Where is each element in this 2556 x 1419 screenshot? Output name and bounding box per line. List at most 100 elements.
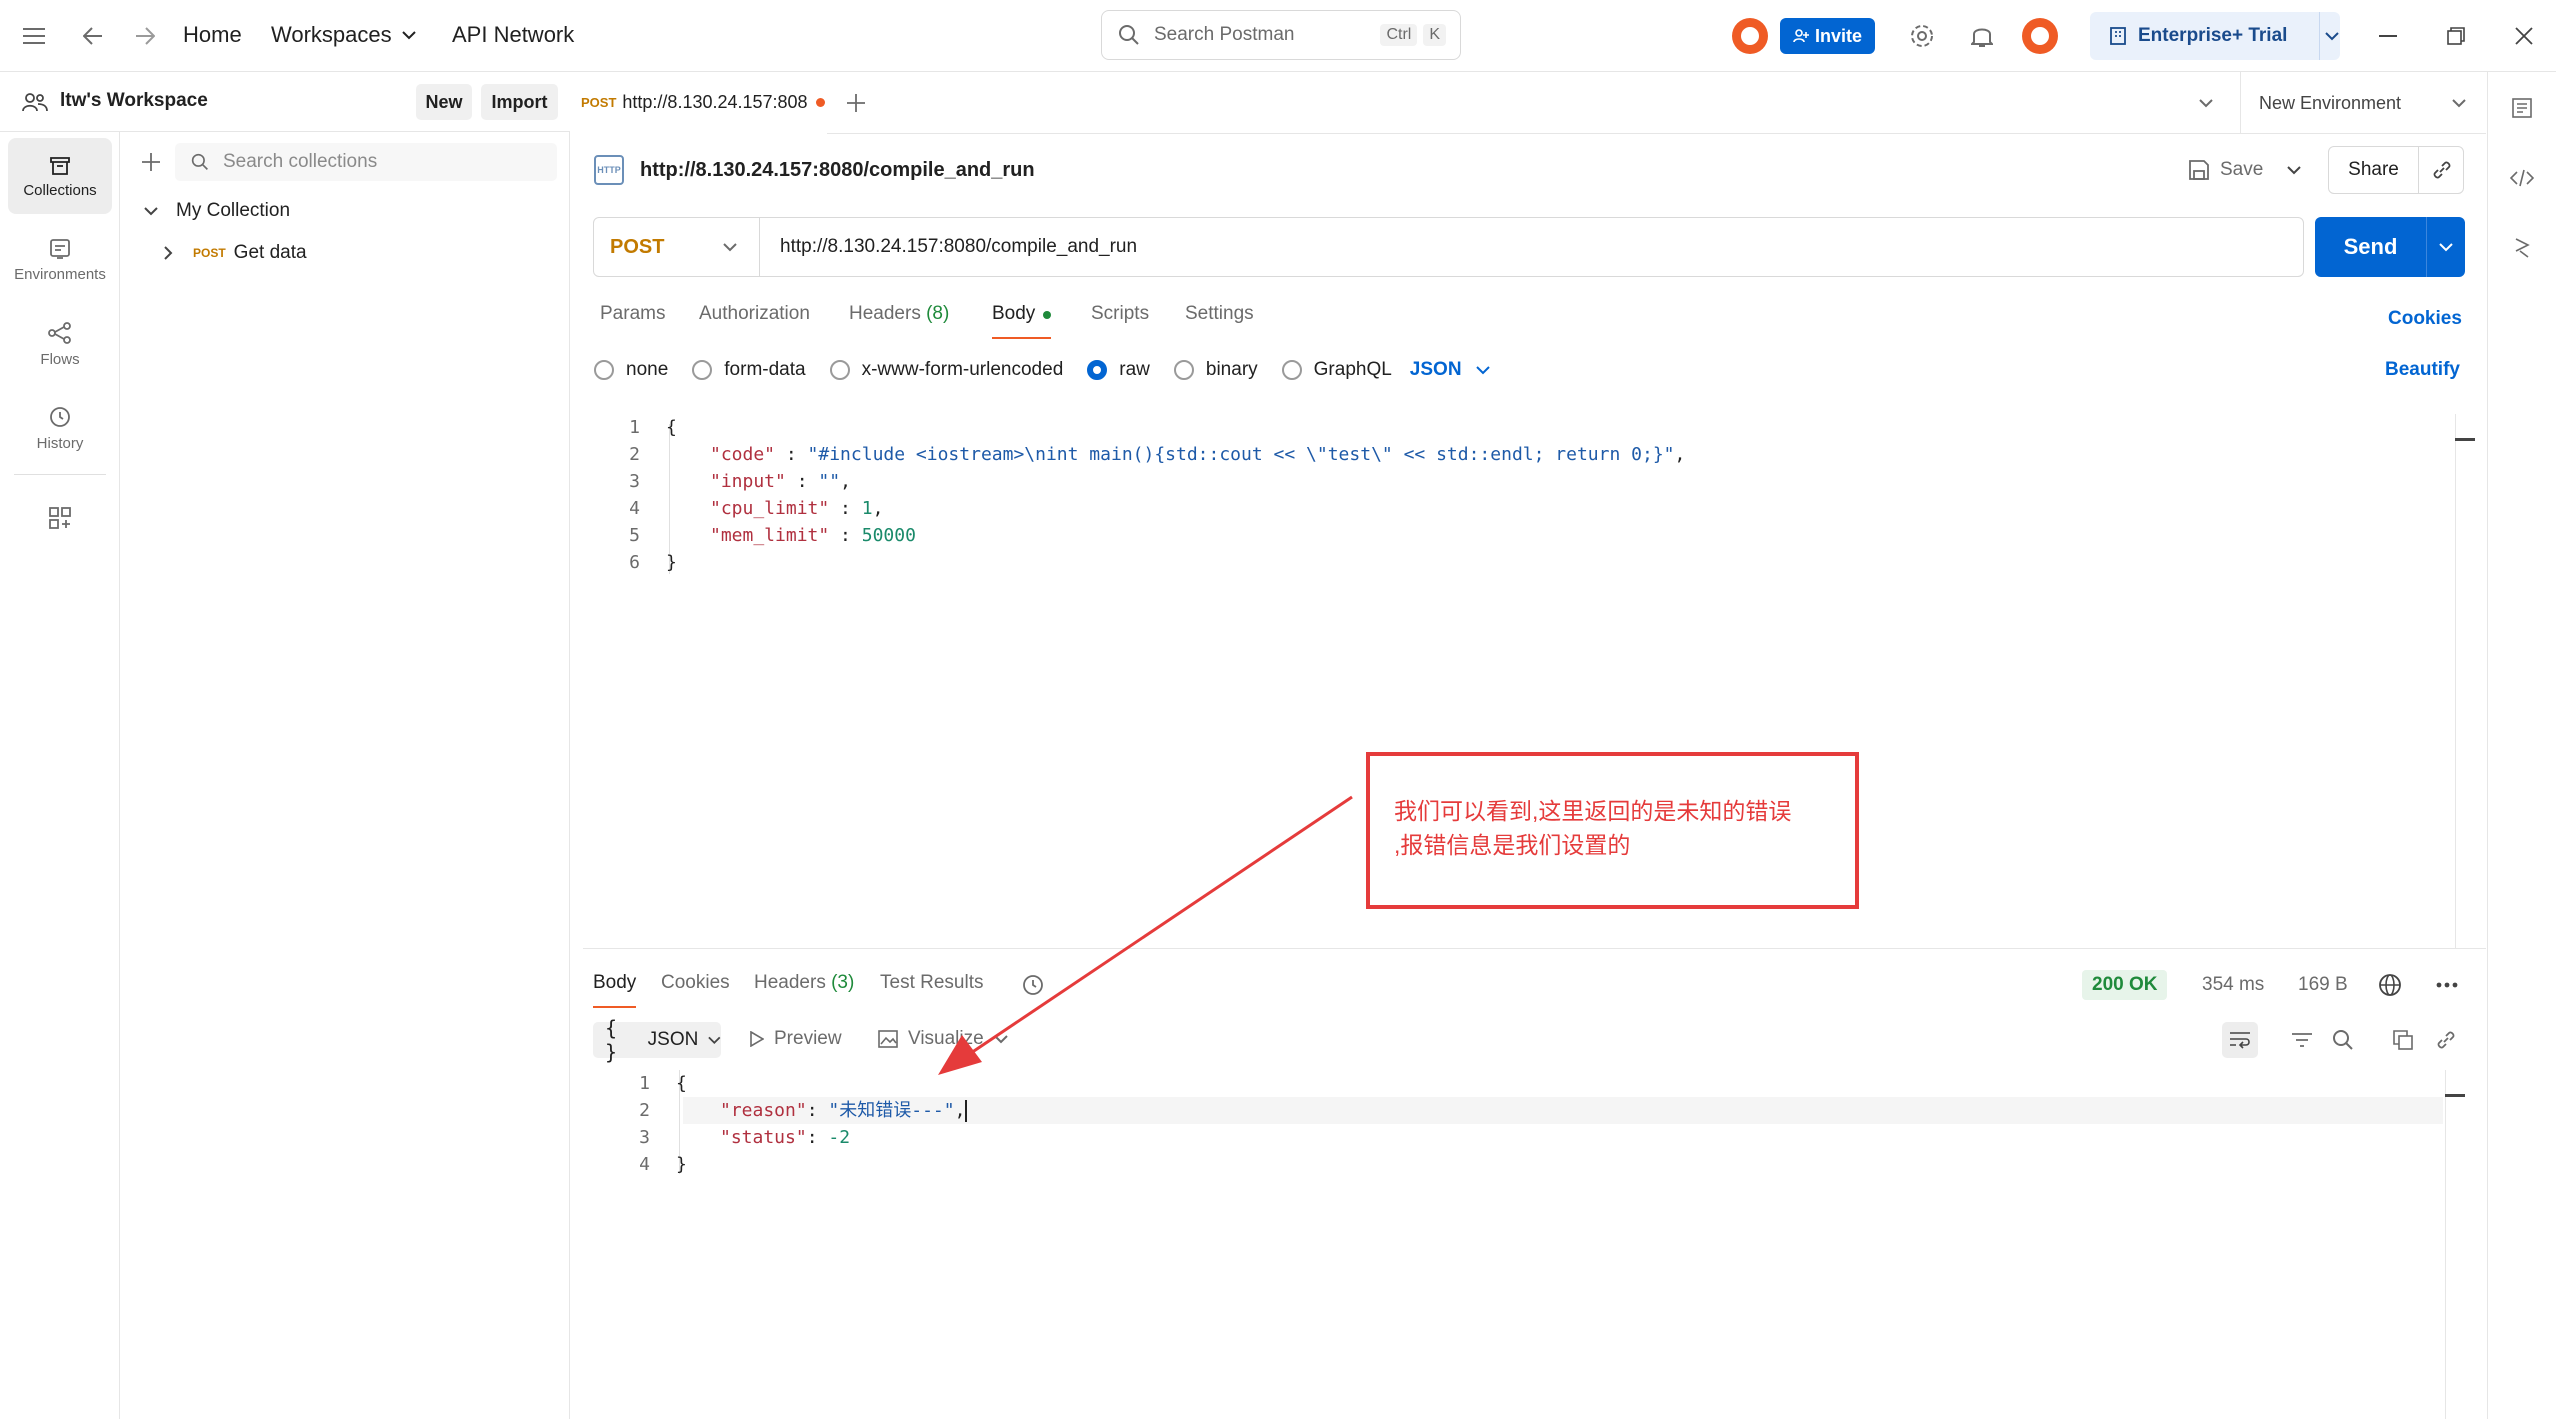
- forward-arrow-icon[interactable]: [128, 20, 162, 52]
- new-tab-plus-icon[interactable]: [841, 88, 871, 118]
- invite-button[interactable]: Invite: [1780, 18, 1875, 54]
- copy-icon[interactable]: [2387, 1024, 2419, 1056]
- visualize-button[interactable]: Visualize: [878, 1028, 1008, 1050]
- code-snippet-icon[interactable]: [2506, 162, 2538, 194]
- tab-authorization[interactable]: Authorization: [699, 303, 810, 339]
- body-mode-none[interactable]: none: [594, 359, 668, 381]
- workspace-name[interactable]: ltw's Workspace: [60, 90, 208, 112]
- chevron-down-icon: [993, 1034, 1008, 1043]
- send-button[interactable]: Send: [2315, 217, 2465, 277]
- more-options-icon[interactable]: [2430, 970, 2464, 1000]
- editor-scrollbar[interactable]: [2455, 414, 2456, 948]
- line-number: 5: [629, 525, 640, 546]
- collections-search-input[interactable]: Search collections: [175, 143, 557, 181]
- body-mode-binary[interactable]: binary: [1173, 359, 1258, 381]
- chevron-down-icon[interactable]: [2439, 242, 2453, 252]
- rail-environments[interactable]: Environments: [8, 222, 112, 298]
- code-line-4: "cpu_limit" : 1,: [710, 498, 884, 519]
- editor-scrollbar[interactable]: [2445, 1070, 2446, 1419]
- search-input[interactable]: Search Postman Ctrl K: [1101, 10, 1461, 60]
- body-mode-form-data[interactable]: form-data: [692, 359, 806, 381]
- collection-name: My Collection: [176, 200, 291, 221]
- response-tab-test-results[interactable]: Test Results: [880, 972, 983, 1008]
- chevron-right-icon: [164, 246, 173, 260]
- response-tab-body[interactable]: Body: [593, 972, 637, 1008]
- body-mode-raw[interactable]: raw: [1087, 359, 1150, 381]
- method-select[interactable]: POST: [594, 218, 760, 276]
- documentation-icon[interactable]: [2506, 92, 2538, 124]
- editor-scroll-thumb[interactable]: [2445, 1094, 2465, 1097]
- http-icon: HTTP: [594, 155, 624, 185]
- environment-select[interactable]: New Environment: [2240, 72, 2486, 134]
- wrap-lines-icon[interactable]: [2222, 1022, 2258, 1058]
- response-val-status: -2: [828, 1127, 851, 1148]
- tab-headers[interactable]: Headers (8): [849, 303, 949, 339]
- beautify-link[interactable]: Beautify: [2385, 359, 2460, 381]
- status-badge[interactable]: 200 OK: [2082, 970, 2168, 1000]
- rail-flows[interactable]: Flows: [8, 306, 112, 382]
- search-icon[interactable]: [2327, 1024, 2359, 1056]
- kbd-k: K: [1423, 24, 1446, 46]
- response-history-icon[interactable]: [1018, 970, 1048, 1000]
- restore-window-icon[interactable]: [2440, 20, 2472, 52]
- nav-home[interactable]: Home: [183, 22, 242, 48]
- rail-history[interactable]: History: [8, 390, 112, 466]
- team-avatar-icon[interactable]: [1732, 18, 1768, 54]
- user-avatar-icon[interactable]: [2022, 18, 2058, 54]
- globe-icon[interactable]: [2375, 970, 2405, 1000]
- back-arrow-icon[interactable]: [76, 20, 110, 52]
- preview-button[interactable]: Preview: [750, 1028, 842, 1050]
- rail-collections[interactable]: Collections: [8, 138, 112, 214]
- response-format-select[interactable]: { } JSON: [593, 1016, 721, 1064]
- response-key-reason: "reason": [720, 1100, 807, 1121]
- tab-body[interactable]: Body: [992, 303, 1052, 339]
- response-headers-label: Headers: [754, 972, 826, 993]
- nav-workspaces[interactable]: Workspaces: [271, 22, 416, 48]
- close-window-icon[interactable]: [2508, 20, 2540, 52]
- kbd-ctrl: Ctrl: [1380, 24, 1418, 46]
- cookies-link[interactable]: Cookies: [2388, 308, 2462, 330]
- enterprise-trial-button[interactable]: Enterprise+ Trial: [2090, 12, 2340, 60]
- body-mode-urlencoded[interactable]: x-www-form-urlencoded: [829, 359, 1064, 381]
- save-button[interactable]: Save: [2220, 159, 2263, 181]
- tab-scripts[interactable]: Scripts: [1091, 303, 1149, 339]
- menu-icon[interactable]: [18, 22, 50, 50]
- tab-headers-count: (8): [926, 303, 950, 324]
- new-button[interactable]: New: [416, 84, 472, 120]
- share-label: Share: [2329, 147, 2419, 193]
- save-dropdown-chevron-icon[interactable]: [2287, 165, 2302, 175]
- add-collection-icon[interactable]: [135, 146, 167, 178]
- related-collections-icon[interactable]: [2506, 232, 2538, 264]
- response-tab-headers[interactable]: Headers (3): [754, 972, 854, 1008]
- response-size[interactable]: 169 B: [2298, 974, 2348, 996]
- tabs-dropdown-chevron-icon[interactable]: [2191, 88, 2221, 118]
- request-item[interactable]: POST Get data: [164, 242, 307, 264]
- link-icon[interactable]: [2430, 1024, 2462, 1056]
- filter-icon[interactable]: [2286, 1024, 2318, 1056]
- chevron-down-icon[interactable]: [2325, 32, 2339, 41]
- link-icon[interactable]: [2431, 159, 2453, 181]
- share-button[interactable]: Share: [2328, 146, 2464, 194]
- settings-gear-icon[interactable]: [1904, 18, 1940, 54]
- response-time[interactable]: 354 ms: [2202, 974, 2264, 996]
- request-tab[interactable]: POST http://8.130.24.157:808: [571, 72, 827, 134]
- body-format-select[interactable]: JSON: [1410, 359, 1490, 381]
- request-title-text[interactable]: http://8.130.24.157:8080/compile_and_run: [640, 159, 1035, 182]
- minimize-window-icon[interactable]: [2372, 20, 2404, 52]
- radio-icon: [594, 360, 614, 380]
- collections-sidebar: [121, 132, 570, 1419]
- response-divider[interactable]: [583, 948, 2486, 949]
- editor-scroll-thumb[interactable]: [2455, 438, 2475, 441]
- import-button[interactable]: Import: [481, 84, 558, 120]
- tab-params[interactable]: Params: [600, 303, 665, 339]
- method-label: POST: [610, 235, 665, 258]
- nav-api-network[interactable]: API Network: [452, 22, 574, 48]
- body-mode-urlencoded-label: x-www-form-urlencoded: [861, 359, 1064, 380]
- url-input[interactable]: http://8.130.24.157:8080/compile_and_run: [760, 236, 1137, 258]
- configure-sidebar-icon[interactable]: [44, 502, 76, 534]
- body-mode-graphql[interactable]: GraphQL: [1281, 359, 1392, 381]
- collection-item[interactable]: My Collection: [144, 200, 290, 222]
- tab-settings[interactable]: Settings: [1185, 303, 1254, 339]
- response-tab-cookies[interactable]: Cookies: [661, 972, 730, 1008]
- notifications-bell-icon[interactable]: [1964, 18, 2000, 54]
